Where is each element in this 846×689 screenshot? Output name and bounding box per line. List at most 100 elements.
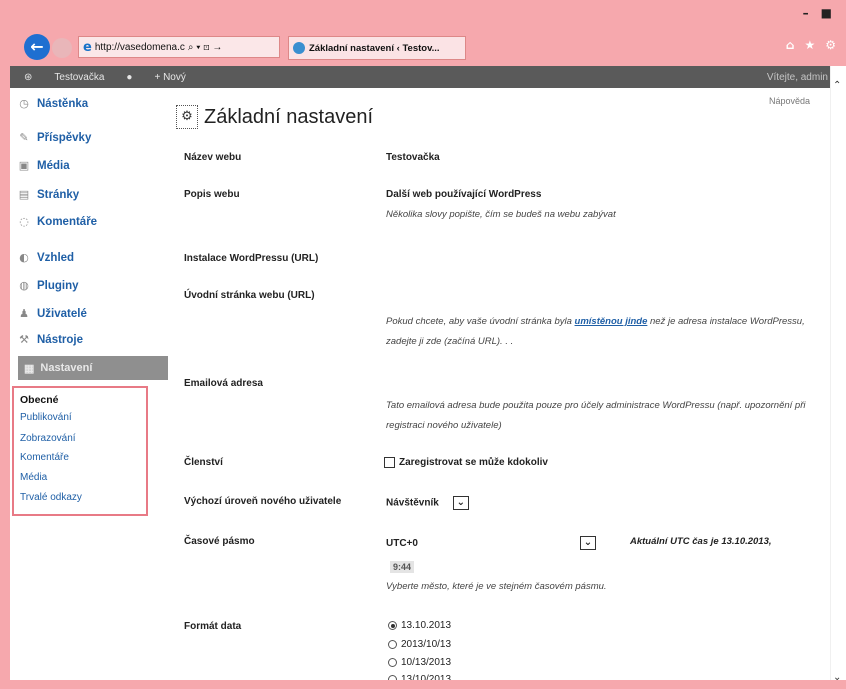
settings-content: Nápověda ⚙ Základní nastavení Název webu… [160, 88, 830, 689]
sidebar-item-label: Stránky [37, 189, 80, 201]
users-icon: ♟ [19, 307, 29, 320]
sidebar-item-dashboard[interactable]: ◷ Nástěnka [18, 97, 88, 111]
browser-tab[interactable]: Základní nastavení ‹ Testov... [288, 36, 466, 60]
submenu-reading[interactable]: Zobrazování [20, 433, 76, 444]
date-format-option[interactable]: 2013/10/13 [388, 639, 451, 650]
sidebar-item-users[interactable]: ♟ Uživatelé [18, 307, 87, 321]
date-format-label: Formát data [184, 621, 242, 632]
submenu-general[interactable]: Obecné [20, 394, 59, 406]
tagline-input[interactable]: Další web používající WordPress [386, 189, 541, 200]
dashboard-icon: ◷ [19, 97, 29, 110]
date-format-option[interactable]: 13.10.2013 [388, 620, 451, 631]
submenu-media[interactable]: Média [20, 472, 47, 483]
email-label: Emailová adresa [184, 378, 263, 389]
media-icon: ▣ [18, 159, 30, 172]
admin-greeting[interactable]: Vítejte, admin [767, 72, 828, 83]
submenu-writing[interactable]: Publikování [20, 412, 72, 423]
sidebar-item-settings[interactable]: ▦ Nastavení [18, 356, 168, 380]
membership-checkbox-label: Zaregistrovat se může kdokoliv [399, 457, 548, 469]
home-url-label: Úvodní stránka webu (URL) [184, 290, 315, 301]
browser-chrome: ← e http://vasedomena.c ⌕ ▾ ⊡ → Základní… [0, 0, 846, 66]
address-text: http://vasedomena.c [94, 41, 185, 53]
window-controls: – ■ [803, 6, 832, 20]
sidebar-item-posts[interactable]: ✎ Příspěvky [18, 131, 91, 145]
date-format-option-label: 13.10.2013 [401, 620, 452, 631]
site-title-input[interactable]: Testovačka [386, 152, 440, 163]
home-icon[interactable]: ⌂ [786, 38, 795, 52]
sidebar-item-label: Nastavení [40, 362, 93, 374]
home-url-link[interactable]: umístěnou jinde [575, 316, 648, 327]
sidebar-item-media[interactable]: ▣ Média [18, 159, 70, 173]
date-format-option-label: 10/13/2013 [401, 657, 452, 668]
home-url-description: Pokud chcete, aby vaše úvodní stránka by… [386, 312, 806, 352]
tools-icon: ⚒ [19, 333, 29, 346]
help-tab[interactable]: Nápověda [769, 96, 810, 106]
submenu-discussion[interactable]: Komentáře [20, 452, 69, 463]
tagline-label: Popis webu [184, 189, 240, 200]
settings-gear-icon[interactable]: ⚙ [825, 38, 836, 52]
membership-checkbox[interactable] [384, 457, 395, 468]
admin-new-link[interactable]: + Nový [154, 72, 185, 83]
radio-icon[interactable] [388, 640, 397, 649]
site-title-label: Název webu [184, 152, 242, 163]
date-format-option-label: 2013/10/13 [401, 639, 452, 650]
sidebar-item-appearance[interactable]: ◐ Vzhled [18, 251, 75, 265]
timezone-time: 9:44 [390, 561, 415, 573]
wp-url-label: Instalace WordPressu (URL) [184, 253, 319, 264]
window-bottom-edge [0, 680, 846, 689]
back-arrow-icon[interactable]: ← [24, 34, 50, 60]
plugins-icon: ◍ [19, 279, 29, 292]
default-role-select[interactable]: Návštěvník ⌄ [386, 496, 469, 510]
sidebar-item-comments[interactable]: ◌ Komentáře [18, 215, 98, 229]
wordpress-favicon-icon [293, 42, 305, 54]
forward-arrow-icon[interactable] [52, 38, 72, 58]
timezone-label: Časové pásmo [184, 536, 255, 547]
address-tools-icon: ⌕ ▾ ⊡ → [187, 41, 223, 53]
sidebar-item-label: Média [37, 160, 70, 172]
address-bar[interactable]: e http://vasedomena.c ⌕ ▾ ⊡ → [78, 36, 280, 58]
membership-label: Členství [184, 457, 223, 468]
membership-checkbox-row[interactable]: Zaregistrovat se může kdokoliv [384, 457, 548, 468]
maximize-icon[interactable]: ■ [821, 6, 832, 20]
sidebar-item-label: Pluginy [37, 280, 79, 292]
tab-title: Základní nastavení ‹ Testov... [309, 42, 440, 54]
radio-icon[interactable] [388, 658, 397, 667]
pages-icon: ▤ [18, 188, 30, 201]
appearance-icon: ◐ [19, 251, 29, 264]
scroll-up-icon[interactable]: ⌃ [833, 80, 841, 91]
vertical-scrollbar[interactable]: ⌃ ⌄ [830, 66, 846, 689]
settings-submenu: Obecné Publikování Zobrazování Komentáře… [12, 386, 148, 516]
wp-admin-bar: ⊛ Testovačka ● + Nový Vítejte, admin [10, 66, 836, 88]
sidebar-item-label: Vzhled [37, 252, 75, 264]
chevron-down-icon[interactable]: ⌄ [452, 496, 469, 510]
timezone-select[interactable]: UTC+0 ⌄ [386, 536, 596, 550]
sidebar-item-label: Uživatelé [37, 308, 87, 320]
pin-icon: ✎ [19, 131, 29, 144]
sidebar-item-tools[interactable]: ⚒ Nástroje [18, 333, 84, 347]
comments-bubble-icon[interactable]: ● [126, 72, 132, 83]
comments-icon: ◌ [19, 215, 29, 228]
window-edge [0, 66, 10, 689]
sidebar-item-label: Nástroje [37, 334, 84, 346]
radio-selected-icon[interactable] [388, 621, 397, 630]
timezone-utc-note: Aktuální UTC čas je 13.10.2013, [630, 536, 772, 547]
favorites-star-icon[interactable]: ★ [804, 38, 815, 52]
page-title: Základní nastavení [204, 106, 373, 128]
sidebar-item-pages[interactable]: ▤ Stránky [18, 188, 80, 202]
default-role-label: Výchozí úroveň nového uživatele [184, 496, 342, 507]
settings-page-icon: ⚙ [176, 105, 198, 129]
home-url-desc-a: Pokud chcete, aby vaše úvodní stránka by… [386, 316, 572, 327]
admin-site-name[interactable]: Testovačka [54, 72, 104, 83]
chevron-down-icon[interactable]: ⌄ [580, 536, 596, 550]
date-format-option[interactable]: 10/13/2013 [388, 657, 451, 668]
email-description: Tato emailová adresa bude použita pouze … [386, 400, 806, 431]
sidebar-item-plugins[interactable]: ◍ Pluginy [18, 279, 79, 293]
default-role-value: Návštěvník [386, 497, 439, 509]
wp-logo-icon[interactable]: ⊛ [24, 72, 32, 83]
submenu-permalinks[interactable]: Trvalé odkazy [20, 492, 82, 503]
minimize-icon[interactable]: – [803, 6, 809, 20]
sidebar-item-label: Komentáře [37, 216, 98, 228]
ie-logo-icon: e [83, 39, 92, 55]
settings-icon: ▦ [24, 362, 35, 375]
timezone-description: Vyberte město, které je ve stejném časov… [386, 581, 607, 592]
